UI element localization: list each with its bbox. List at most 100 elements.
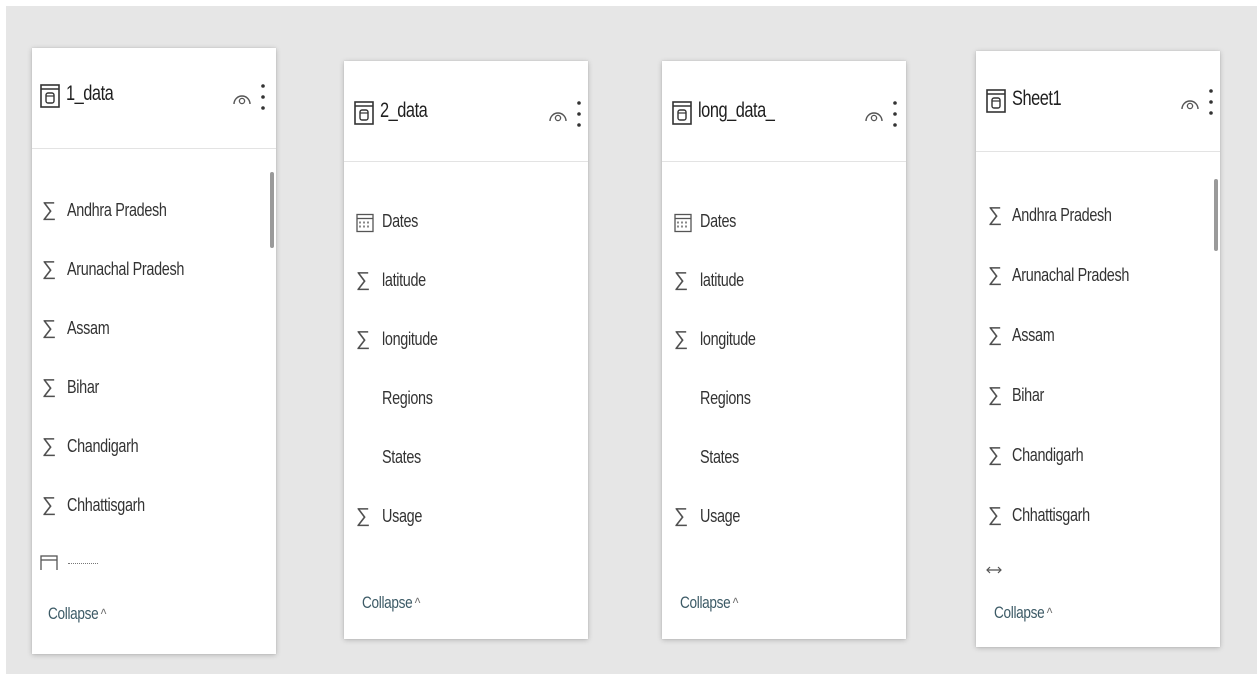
field-label: Chhattisgarh [1012,505,1090,525]
field-item[interactable]: Dates [662,201,894,241]
model-view-canvas[interactable]: 1_data ∑ Andhra Pradesh ∑ Arunachal Prades… [6,6,1257,674]
field-item[interactable]: States [344,437,576,477]
field-item[interactable]: ∑ Usage [344,496,576,536]
field-label: Assam [67,318,110,338]
field-item[interactable]: ∑ latitude [662,260,894,300]
field-label: Bihar [67,377,100,397]
more-options-icon[interactable] [260,82,266,112]
field-item[interactable]: ∑ Chandigarh [32,426,264,466]
field-item[interactable]: ∑ Assam [976,315,1208,355]
field-item[interactable]: ∑ Assam [32,308,264,348]
field-item[interactable]: Dates [344,201,576,241]
field-label: latitude [382,270,426,290]
field-item[interactable]: ∑ Arunachal Pradesh [976,255,1208,295]
field-item[interactable]: ∑ latitude [344,260,576,300]
truncated-label [68,563,98,567]
field-label: Usage [700,506,741,526]
field-label: Bihar [1012,385,1045,405]
field-item[interactable]: ∑ Chhattisgarh [976,495,1208,535]
field-item[interactable]: States [662,437,894,477]
sigma-icon: ∑ [355,328,371,350]
sigma-icon: ∑ [987,204,1003,226]
table-icon [354,101,374,125]
chevron-up-icon: ^ [732,595,739,612]
more-options-icon[interactable] [892,99,898,129]
field-label: Dates [700,211,737,231]
more-options-icon[interactable] [1208,87,1214,117]
table-icon [40,84,60,108]
field-item[interactable]: ∑ Andhra Pradesh [976,195,1208,235]
sigma-icon: ∑ [41,435,57,457]
table-title: long_data_ [698,99,775,122]
field-item[interactable]: ∑ Bihar [32,367,264,407]
table-card-sheet1[interactable]: Sheet1 ∑ Andhra Pradesh ∑ Arunachal Prades… [976,51,1220,647]
scrollbar[interactable] [270,172,274,248]
sigma-icon: ∑ [673,328,689,350]
field-label: Dates [382,211,419,231]
field-item[interactable]: ∑ Chhattisgarh [32,485,264,525]
sigma-icon: ∑ [41,376,57,398]
field-item[interactable]: ∑ longitude [344,319,576,359]
sigma-icon: ∑ [673,505,689,527]
table-card-header[interactable]: long_data_ [662,61,906,162]
field-item[interactable]: ∑ Andhra Pradesh [32,190,264,230]
table-card-header[interactable]: 1_data [32,48,276,149]
collapse-label: Collapse [362,593,413,612]
field-label: Arunachal Pradesh [1012,265,1130,285]
table-title: 2_data [380,99,428,122]
chevron-up-icon: ^ [414,595,421,612]
field-label: Andhra Pradesh [67,200,167,220]
field-label: Chandigarh [1012,445,1084,465]
field-label: Regions [700,388,751,408]
field-item-partial[interactable] [32,552,276,570]
calendar-icon [40,555,58,570]
visibility-icon[interactable] [232,88,252,106]
collapse-button[interactable]: Collapse ^ [48,604,106,624]
field-label: longitude [382,329,438,349]
visibility-icon[interactable] [548,105,568,123]
sigma-icon: ∑ [355,269,371,291]
field-label: States [700,447,739,467]
field-item[interactable]: ∑ Arunachal Pradesh [32,249,264,289]
calendar-icon [356,213,374,233]
visibility-icon[interactable] [1180,93,1200,111]
sigma-icon: ∑ [41,199,57,221]
calendar-icon [674,213,692,233]
field-item[interactable]: ∑ longitude [662,319,894,359]
field-item[interactable]: ∑ Usage [662,496,894,536]
field-item-partial[interactable] [976,561,1220,579]
table-title: 1_data [66,82,114,105]
table-icon [672,101,692,125]
field-item[interactable]: Regions [344,378,576,418]
field-item[interactable]: ∑ Bihar [976,375,1208,415]
sigma-icon: ∑ [987,264,1003,286]
field-label: Andhra Pradesh [1012,205,1112,225]
table-card-2-data[interactable]: 2_data Dates ∑ latitude ∑ longitude Region… [344,61,588,639]
field-item[interactable]: ∑ Chandigarh [976,435,1208,475]
field-label: Usage [382,506,423,526]
field-label: latitude [700,270,744,290]
more-options-icon[interactable] [576,99,582,129]
table-card-header[interactable]: Sheet1 [976,51,1220,152]
sigma-icon: ∑ [987,324,1003,346]
table-card-header[interactable]: 2_data [344,61,588,162]
field-item[interactable]: Regions [662,378,894,418]
scrollbar[interactable] [1214,179,1218,251]
visibility-icon[interactable] [864,105,884,123]
sigma-icon: ∑ [987,384,1003,406]
sigma-icon: ∑ [41,494,57,516]
collapse-button[interactable]: Collapse ^ [994,603,1052,623]
field-label: Regions [382,388,433,408]
table-card-1-data[interactable]: 1_data ∑ Andhra Pradesh ∑ Arunachal Prades… [32,48,276,654]
sigma-icon: ∑ [987,504,1003,526]
field-label: Arunachal Pradesh [67,259,185,279]
field-label: longitude [700,329,756,349]
field-label: Chandigarh [67,436,139,456]
sigma-icon: ∑ [355,505,371,527]
table-card-long-data[interactable]: long_data_ Dates ∑ latitude ∑ longitude Re… [662,61,906,639]
chevron-up-icon: ^ [100,606,107,623]
collapse-button[interactable]: Collapse ^ [362,593,420,613]
collapse-button[interactable]: Collapse ^ [680,593,738,613]
chevron-up-icon: ^ [1046,605,1053,622]
collapse-label: Collapse [994,603,1045,622]
